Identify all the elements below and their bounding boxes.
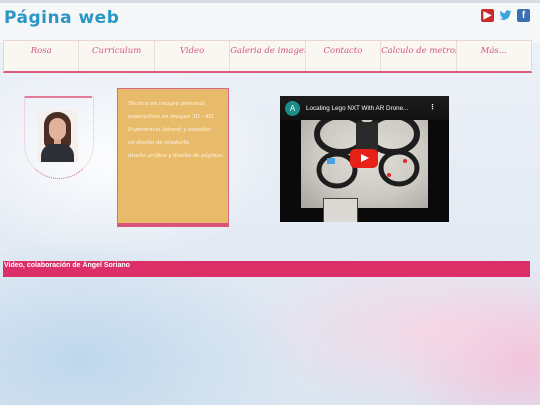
social-links: ▶ f [481,9,530,22]
nav-item-curriculum[interactable]: Curriculum [79,41,155,71]
site-title[interactable]: Página web [4,8,119,28]
video-title-bar: A Locating Lego NXT With AR Drone... ⋮ [280,96,449,120]
video-inset-thumbnail [323,198,358,222]
nav-item-calculo[interactable]: Calculo de metros m² [381,41,457,71]
profile-text-line: Experiencia laboral y estudios [128,127,211,133]
video-caption: Video, colaboración de Ángel Soriano [4,262,130,269]
play-button-icon[interactable] [350,149,378,168]
nav-item-galeria[interactable]: Galeria de imagenes [230,41,306,71]
nav-item-video[interactable]: Video [155,41,231,71]
youtube-icon[interactable]: ▶ [481,9,494,22]
profile-text-line: diseño gráfico y diseño de páginas. [128,153,225,159]
nav-item-rosa[interactable]: Rosa [4,41,80,71]
profile-text-line: Técnico en imagen personal, [128,101,207,107]
video-title[interactable]: Locating Lego NXT With AR Drone... [306,105,408,112]
nav-item-mas[interactable]: Más... [457,41,531,71]
video-caption-band: Video, colaboración de Ángel Soriano [3,261,530,277]
more-options-icon[interactable]: ⋮ [429,103,436,111]
nav-item-contacto[interactable]: Contacto [306,41,382,71]
profile-description-card: Técnico en imagen personal, especialista… [117,88,229,227]
twitter-icon[interactable] [499,9,512,22]
facebook-icon[interactable]: f [517,9,530,22]
profile-text-line: en diseño de producto, [128,140,191,146]
embedded-video-player[interactable]: A Locating Lego NXT With AR Drone... ⋮ [280,96,449,222]
profile-text-line: especialista en imagen 3D - 4D. [128,114,215,120]
channel-avatar[interactable]: A [285,101,300,116]
site-header: Página web ▶ f [0,0,540,43]
profile-photo [37,110,78,162]
main-nav: Rosa Curriculum Video Galeria de imagene… [3,40,532,73]
